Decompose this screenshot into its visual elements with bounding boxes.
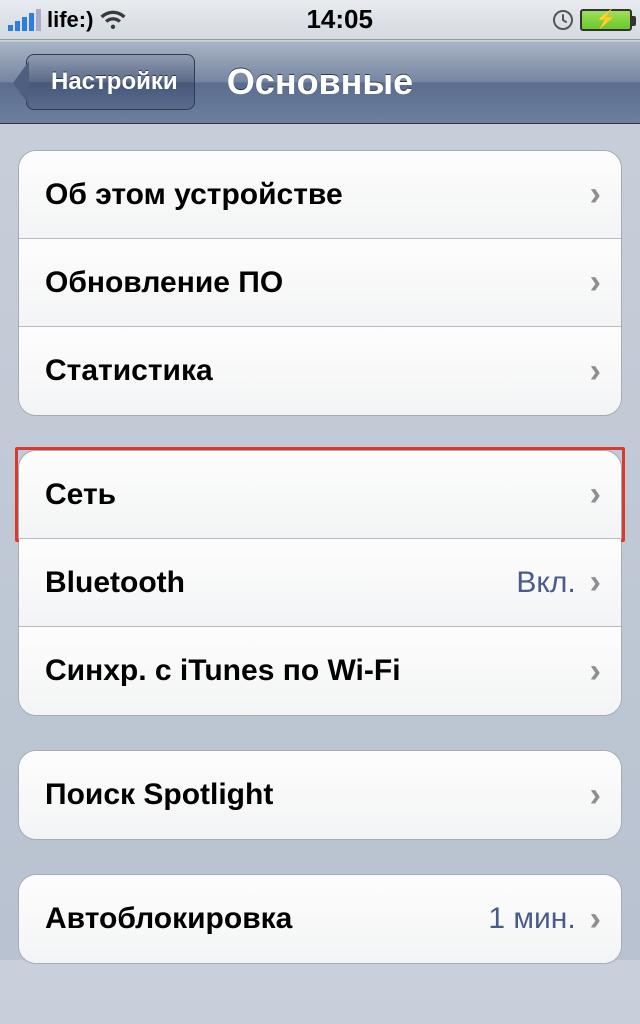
content-scroll[interactable]: Об этом устройстве › Обновление ПО › Ста… [0,124,640,1024]
row-value: 1 мин. [488,902,575,936]
row-label: Обновление ПО [45,266,590,300]
row-autolock[interactable]: Автоблокировка 1 мин. › [19,875,621,963]
status-time: 14:05 [306,4,373,35]
row-network[interactable]: Сеть › [19,451,621,539]
settings-group-1: Об этом устройстве › Обновление ПО › Ста… [18,150,622,416]
row-value: Вкл. [516,566,575,600]
status-bar: life:) 14:05 ⚡ [0,0,640,40]
row-usage[interactable]: Статистика › [19,327,621,415]
battery-charging-icon: ⚡ [580,9,632,31]
row-label: Поиск Spotlight [45,778,590,812]
navigation-bar: Настройки Основные [0,40,640,124]
chevron-right-icon: › [590,175,601,214]
row-software-update[interactable]: Обновление ПО › [19,239,621,327]
row-label: Автоблокировка [45,902,488,936]
chevron-right-icon: › [590,652,601,691]
chevron-right-icon: › [590,776,601,815]
carrier-label: life:) [47,7,93,33]
wifi-icon [99,9,127,31]
settings-group-3: Поиск Spotlight › [18,750,622,840]
chevron-right-icon: › [590,352,601,391]
cellular-signal-icon [8,9,41,31]
row-label: Статистика [45,354,590,388]
chevron-right-icon: › [590,900,601,939]
clock-icon [552,9,574,31]
settings-group-2: Сеть › Bluetooth Вкл. › Синхр. с iTunes … [18,450,622,716]
row-label: Синхр. с iTunes по Wi-Fi [45,654,590,688]
back-button-label: Настройки [51,68,178,96]
row-about[interactable]: Об этом устройстве › [19,151,621,239]
row-itunes-wifi-sync[interactable]: Синхр. с iTunes по Wi-Fi › [19,627,621,715]
chevron-right-icon: › [590,563,601,602]
settings-group-4: Автоблокировка 1 мин. › [18,874,622,964]
chevron-right-icon: › [590,263,601,302]
chevron-right-icon: › [590,475,601,514]
row-label: Bluetooth [45,566,516,600]
row-label: Сеть [45,478,590,512]
back-button[interactable]: Настройки [26,54,195,110]
row-spotlight[interactable]: Поиск Spotlight › [19,751,621,839]
row-bluetooth[interactable]: Bluetooth Вкл. › [19,539,621,627]
row-label: Об этом устройстве [45,178,590,212]
